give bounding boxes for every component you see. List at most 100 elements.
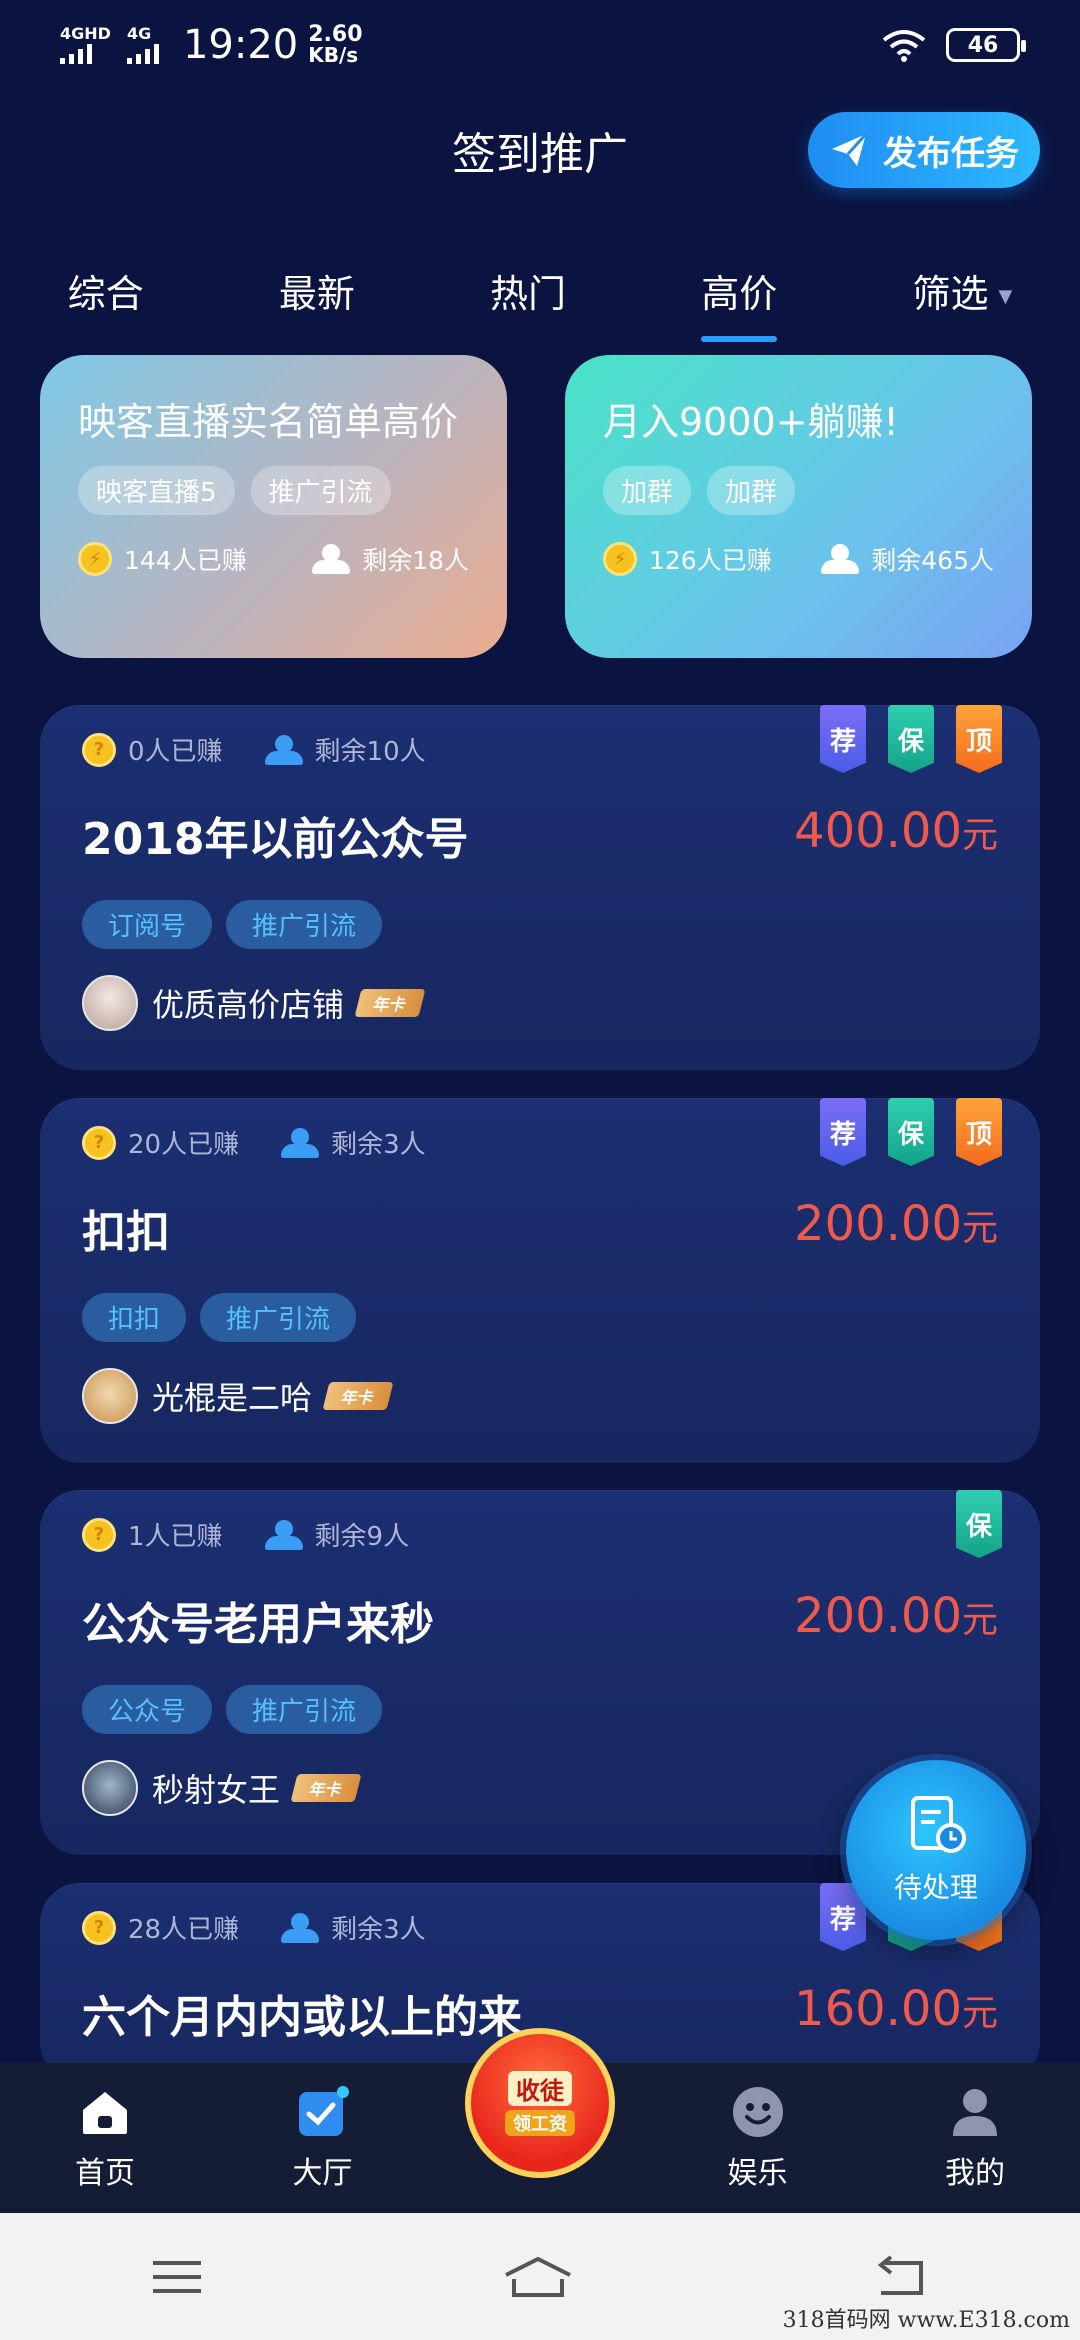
remaining-count: 剩余10人 (314, 737, 426, 767)
tab-label: 高价 (701, 271, 778, 316)
task-price: 200.00元 (794, 1588, 998, 1644)
featured-tag: 加群 (603, 466, 692, 515)
people-icon (821, 544, 860, 574)
menu-icon[interactable] (149, 2257, 205, 2297)
people-icon (264, 734, 303, 765)
vip-badge: 年卡 (322, 1382, 394, 1410)
tab-label: 综合 (67, 271, 144, 316)
recommend-badge: 荐 (820, 705, 866, 773)
task-tag: 推广引流 (200, 1293, 357, 1342)
vip-badge: 年卡 (290, 1774, 362, 1802)
promo-line1: 收徒 (508, 2070, 572, 2106)
earned-count: 126人已赚 (649, 546, 772, 575)
task-tag: 推广引流 (226, 1685, 383, 1734)
task-price: 200.00元 (794, 1196, 998, 1252)
promo-line2: 领工资 (505, 2109, 575, 2136)
price-value: 160.00 (794, 1981, 962, 2037)
pending-float-button[interactable]: 待处理 (846, 1760, 1026, 1940)
remaining-count: 剩余3人 (331, 1130, 426, 1160)
status-bar: 4GHD 4G 19:20 2.60 KB/s 46 (0, 0, 1080, 90)
signal-icon (126, 44, 159, 64)
price-unit: 元 (961, 1600, 998, 1641)
task-tag: 公众号 (82, 1685, 213, 1734)
guarantee-badge: 保 (888, 705, 934, 773)
price-unit: 元 (961, 1208, 998, 1249)
checklist-icon (298, 2086, 349, 2136)
tab-newest[interactable]: 最新 (269, 263, 365, 318)
recommend-badge: 荐 (820, 1098, 866, 1166)
featured-card[interactable]: 映客直播实名简单高价 映客直播5 推广引流 ⚡ 144人已赚 剩余18人 (40, 355, 507, 658)
avatar (82, 1368, 138, 1424)
tab-comprehensive[interactable]: 综合 (58, 263, 154, 318)
header: 签到推广 发布任务 (0, 100, 1080, 200)
nav-home[interactable]: 首页 (30, 2084, 180, 2192)
tab-hot[interactable]: 热门 (480, 263, 576, 318)
net-speed-unit: KB/s (308, 43, 359, 67)
earned-count: 0人已赚 (128, 737, 223, 767)
tab-filter[interactable]: 筛选 ▼ (902, 263, 1022, 318)
nav-fun[interactable]: 娱乐 (683, 2084, 833, 2192)
pending-label: 待处理 (893, 1871, 978, 1904)
battery-icon: 46 (946, 28, 1026, 62)
featured-tag: 加群 (707, 466, 796, 515)
caret-down-icon: ▼ (998, 285, 1013, 307)
task-title: 扣扣 (82, 1207, 170, 1258)
battery-level: 46 (967, 32, 999, 58)
send-icon (832, 132, 868, 166)
top-badge: 顶 (956, 705, 1002, 773)
sim2-label: 4G (126, 24, 152, 43)
nav-hall-label: 大厅 (292, 2156, 353, 2191)
people-icon (281, 1912, 320, 1943)
nav-mine-label: 我的 (945, 2156, 1005, 2191)
price-value: 400.00 (794, 803, 962, 859)
nav-hall[interactable]: 大厅 (248, 2084, 398, 2192)
price-unit: 元 (961, 815, 998, 856)
coin-icon: ? (82, 1517, 116, 1552)
featured-card[interactable]: 月入9000+躺赚! 加群 加群 ⚡ 126人已赚 剩余465人 (565, 355, 1032, 658)
people-icon (312, 544, 351, 574)
task-tag: 扣扣 (82, 1293, 187, 1342)
coin-icon: ? (82, 732, 116, 767)
wifi-icon (882, 30, 926, 62)
home-outline-icon[interactable] (502, 2255, 574, 2299)
coin-icon: ⚡ (78, 542, 112, 576)
smiley-icon (732, 2087, 783, 2137)
watermark-text: 318首码网 www.E318.com (782, 2308, 1070, 2333)
coin-icon: ? (82, 1910, 116, 1945)
remaining-count: 剩余465人 (871, 546, 994, 575)
earned-count: 1人已赚 (128, 1522, 223, 1552)
coin-icon: ⚡ (603, 542, 637, 576)
nav-mine[interactable]: 我的 (900, 2084, 1050, 2192)
tab-label: 最新 (278, 271, 355, 316)
publish-task-button[interactable]: 发布任务 (808, 112, 1040, 188)
task-tag: 订阅号 (82, 900, 213, 949)
vip-badge: 年卡 (354, 989, 426, 1017)
remaining-count: 剩余18人 (362, 546, 469, 575)
publisher-name: 优质高价店铺 (152, 986, 345, 1024)
remaining-count: 剩余9人 (314, 1522, 410, 1552)
earned-count: 28人已赚 (128, 1915, 240, 1945)
nav-home-label: 首页 (75, 2156, 135, 2191)
people-icon (281, 1127, 320, 1158)
task-card[interactable]: ? 0人已赚 剩余10人 荐 保 顶 2018年以前公众号 400.00元 订阅号… (40, 705, 1040, 1070)
signal-sim1: 4GHD (60, 26, 111, 64)
task-price: 160.00元 (794, 1981, 998, 2037)
publish-task-label: 发布任务 (883, 133, 1019, 174)
price-value: 200.00 (794, 1196, 962, 1252)
net-speed: 2.60 KB/s (308, 24, 362, 67)
tab-label: 筛选 (912, 271, 989, 316)
tab-high-price[interactable]: 高价 (691, 263, 787, 342)
featured-tag: 映客直播5 (78, 466, 235, 515)
signal-icon (60, 44, 92, 64)
category-tabs: 综合 最新 热门 高价 筛选 ▼ (0, 250, 1080, 342)
top-badge: 顶 (956, 1098, 1002, 1166)
publisher-name: 光棍是二哈 (152, 1379, 313, 1417)
recruit-promo-button[interactable]: 收徒 领工资 (465, 2028, 615, 2178)
task-card[interactable]: ? 20人已赚 剩余3人 荐 保 顶 扣扣 200.00元 扣扣 推广引流 光棍是… (40, 1098, 1040, 1463)
tab-label: 热门 (490, 271, 567, 316)
back-icon[interactable] (871, 2254, 931, 2299)
signal-sim2: 4G (126, 24, 159, 64)
earned-count: 144人已赚 (124, 546, 247, 575)
document-clock-icon (911, 1796, 966, 1853)
featured-title: 月入9000+躺赚! (603, 400, 899, 444)
